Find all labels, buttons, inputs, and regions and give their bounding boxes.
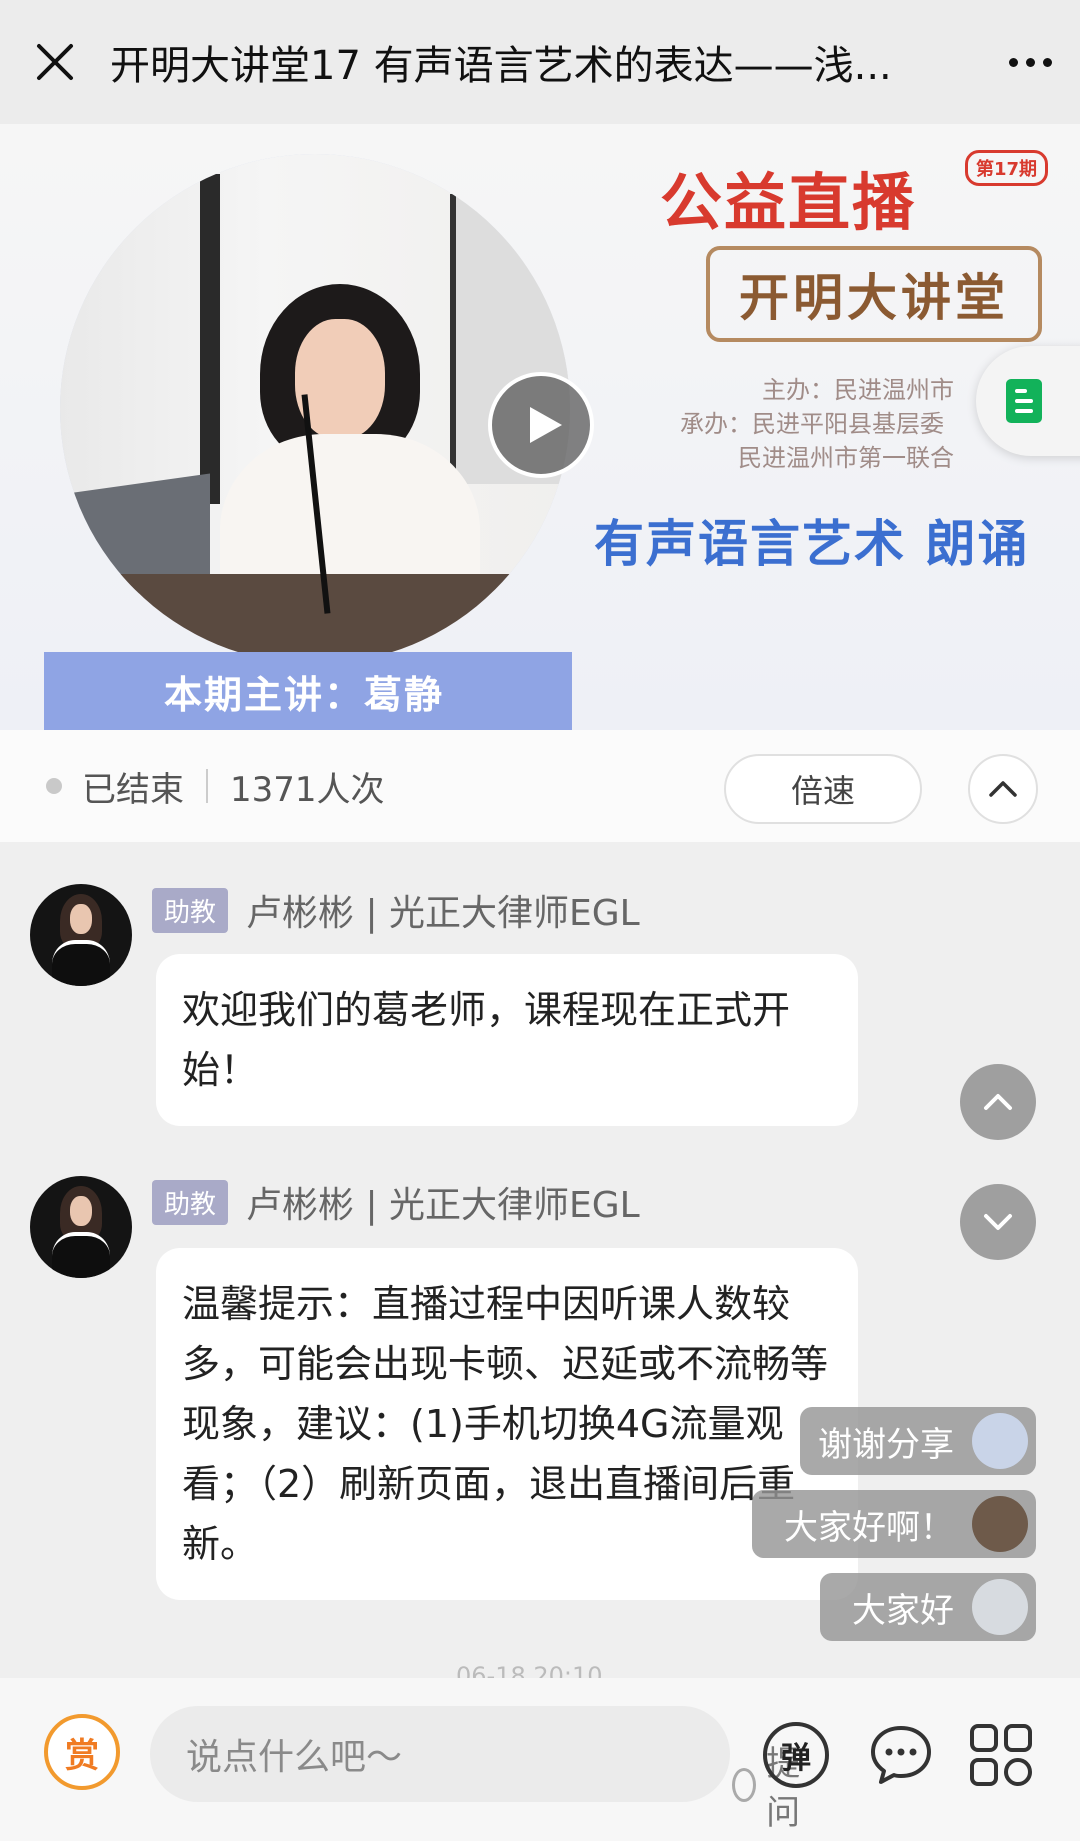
comment-button[interactable] bbox=[868, 1722, 934, 1788]
organizer-host: 主办：民进温州市 bbox=[762, 376, 954, 404]
document-tab[interactable] bbox=[976, 346, 1080, 456]
video-player[interactable]: 本期主讲：葛静 公益直播 第17期 开明大讲堂 主办：民进温州市 承办：民进平阳… bbox=[0, 124, 1080, 730]
chat-list[interactable]: 助教 卢彬彬 | 光正大律师EGL 欢迎我们的葛老师，课程现在正式开始！ 助教 … bbox=[0, 842, 1080, 1678]
avatar[interactable] bbox=[30, 1176, 132, 1278]
chevron-up-icon bbox=[984, 1094, 1012, 1110]
scroll-down-button[interactable] bbox=[960, 1184, 1036, 1260]
viewer-count: 1371人次 bbox=[230, 769, 385, 810]
close-icon bbox=[37, 44, 73, 80]
more-dots-icon bbox=[1008, 57, 1018, 67]
danmu-item: 大家好啊！ bbox=[752, 1490, 1036, 1558]
top-bar: 开明大讲堂17 有声语言艺术的表达——浅... bbox=[0, 0, 1080, 124]
live-title: 公益直播 bbox=[660, 166, 917, 239]
play-button[interactable] bbox=[488, 372, 594, 478]
message-timestamp: 06-18 20:10 bbox=[456, 1662, 603, 1678]
status-dot-icon bbox=[46, 778, 62, 794]
danmu-text: 谢谢分享 bbox=[818, 1424, 954, 1465]
page-title: 开明大讲堂17 有声语言艺术的表达——浅... bbox=[110, 43, 892, 89]
danmu-item: 大家好 bbox=[820, 1573, 1036, 1641]
danmu-toggle-button[interactable]: 弹 bbox=[763, 1722, 829, 1788]
playback-speed-button[interactable]: 倍速 bbox=[724, 754, 922, 824]
danmu-text: 大家好啊！ bbox=[784, 1507, 954, 1548]
radio-icon bbox=[732, 1768, 757, 1802]
comment-icon bbox=[871, 1726, 931, 1784]
more-features-button[interactable] bbox=[968, 1722, 1034, 1788]
reward-button[interactable]: 赏 bbox=[44, 1714, 120, 1790]
organizer-co: 民进温州市第一联合 bbox=[738, 444, 954, 472]
organizer-undertaker: 承办：民进平阳县基层委 bbox=[680, 410, 944, 438]
play-icon bbox=[530, 407, 562, 443]
document-icon bbox=[1006, 379, 1042, 423]
chevron-down-icon bbox=[984, 1214, 1012, 1230]
message-bubble: 欢迎我们的葛老师，课程现在正式开始！ bbox=[156, 954, 858, 1126]
role-badge: 助教 bbox=[152, 887, 229, 933]
bottom-toolbar: 赏 说点什么吧～ 提问 弹 bbox=[0, 1678, 1080, 1841]
grid-icon bbox=[970, 1724, 1032, 1786]
role-badge: 助教 bbox=[152, 1179, 229, 1225]
live-status-bar: 已结束 1371人次 倍速 bbox=[0, 730, 1080, 842]
danmu-text: 大家好 bbox=[852, 1590, 954, 1631]
brand-logo: 开明大讲堂 bbox=[706, 246, 1042, 342]
danmu-item: 谢谢分享 bbox=[800, 1407, 1036, 1475]
avatar[interactable] bbox=[30, 884, 132, 986]
scroll-up-button[interactable] bbox=[960, 1064, 1036, 1140]
more-button[interactable] bbox=[980, 0, 1080, 124]
danmu-avatar bbox=[972, 1496, 1028, 1552]
divider bbox=[206, 769, 208, 803]
collapse-button[interactable] bbox=[968, 754, 1038, 824]
danmu-avatar bbox=[972, 1579, 1028, 1635]
chevron-up-icon bbox=[989, 781, 1017, 797]
sender-name: 卢彬彬 | 光正大律师EGL bbox=[246, 893, 640, 934]
issue-badge: 第17期 bbox=[965, 150, 1049, 186]
sender-name: 卢彬彬 | 光正大律师EGL bbox=[246, 1185, 640, 1226]
host-banner-text: 本期主讲：葛静 bbox=[164, 672, 445, 717]
chat-input[interactable]: 说点什么吧～ 提问 bbox=[150, 1706, 800, 1833]
chat-input-placeholder: 说点什么吧～ bbox=[186, 1737, 403, 1778]
close-button[interactable] bbox=[0, 0, 110, 124]
live-state: 已结束 bbox=[82, 769, 184, 810]
danmu-avatar bbox=[972, 1413, 1028, 1469]
topic-title: 有声语言艺术 朗诵 bbox=[594, 515, 1030, 573]
brand-text: 开明大讲堂 bbox=[739, 268, 1009, 327]
host-banner: 本期主讲：葛静 bbox=[44, 652, 572, 730]
